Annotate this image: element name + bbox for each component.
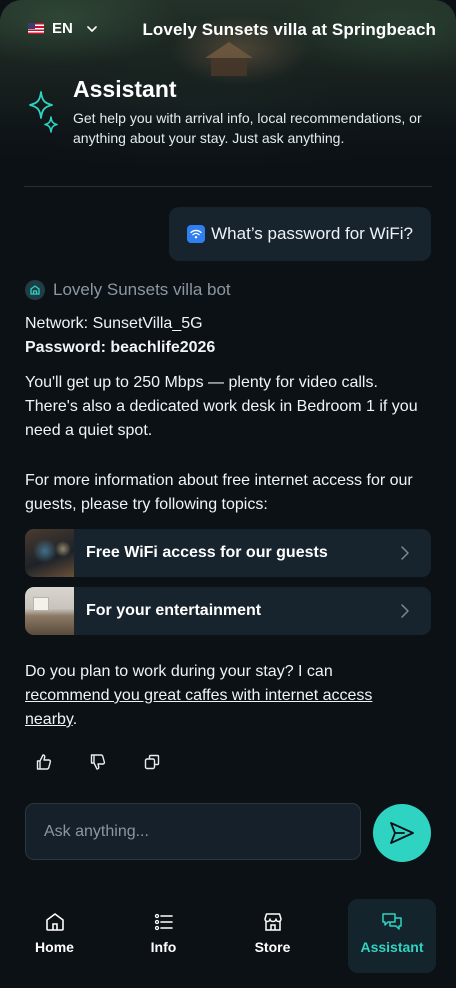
divider: [24, 186, 432, 187]
language-selector[interactable]: EN: [28, 20, 97, 37]
topic-free-wifi[interactable]: Free WiFi access for our guests: [25, 529, 431, 577]
nav-store-label: Store: [254, 939, 291, 955]
user-message-text: What’s password for WiFi?: [211, 224, 413, 243]
bot-header: Lovely Sunsets villa bot: [25, 280, 231, 300]
sparkles-icon: [29, 91, 58, 133]
villa-title: Lovely Sunsets villa at Springbeach: [142, 20, 436, 39]
topic-label: Free WiFi access for our guests: [86, 544, 328, 561]
list-icon: [154, 913, 173, 931]
nav-home[interactable]: Home: [0, 893, 109, 988]
nav-info-label: Info: [150, 939, 177, 955]
work-question: Do you plan to work during your stay? I …: [25, 660, 415, 732]
chat-input[interactable]: [44, 822, 342, 841]
home-icon: [45, 913, 64, 931]
speed-text: You'll get up to 250 Mbps — plenty for v…: [25, 374, 418, 439]
chat-input-field[interactable]: [25, 803, 361, 860]
work-suffix: .: [72, 711, 78, 728]
wifi-icon: [187, 225, 206, 243]
topic-thumbnail: [25, 529, 74, 577]
bot-name: Lovely Sunsets villa bot: [53, 280, 231, 299]
assistant-title: Assistant: [73, 76, 177, 102]
topic-entertainment[interactable]: For your entertainment: [25, 587, 431, 635]
nav-home-label: Home: [35, 939, 74, 955]
store-icon: [263, 913, 282, 931]
bot-avatar-icon: [25, 280, 45, 300]
nav-assistant-label: Assistant: [360, 939, 424, 955]
assistant-subtitle: Get help you with arrival info, local re…: [73, 110, 422, 146]
thumbs-up-icon[interactable]: [35, 753, 53, 771]
bottom-nav: Home Info Store Assistant: [0, 893, 456, 988]
send-icon: [390, 822, 414, 844]
network-line: Network: SunsetVilla_5G: [25, 315, 203, 332]
app-screen: EN Lovely Sunsets villa at Springbeach A…: [0, 0, 456, 988]
chevron-down-icon: [87, 25, 97, 32]
password-line: Password: beachlife2026: [25, 339, 216, 356]
user-message-bubble: What’s password for WiFi?: [169, 207, 431, 261]
nav-info[interactable]: Info: [109, 893, 218, 988]
chat-icon: [382, 913, 402, 930]
send-button[interactable]: [373, 804, 431, 862]
chevron-right-icon: [401, 604, 409, 618]
topic-label: For your entertainment: [86, 602, 262, 619]
chevron-right-icon: [401, 546, 409, 560]
message-actions: [35, 753, 161, 771]
nav-store[interactable]: Store: [218, 893, 327, 988]
copy-icon[interactable]: [143, 753, 161, 771]
language-label: EN: [52, 20, 73, 37]
nav-assistant[interactable]: Assistant: [348, 899, 436, 973]
work-prefix: Do you plan to work during your stay? I …: [25, 663, 333, 680]
topic-thumbnail: [25, 587, 74, 635]
more-info-text: For more information about free internet…: [25, 472, 413, 513]
us-flag-icon: [28, 23, 44, 34]
thumbs-down-icon[interactable]: [89, 753, 107, 771]
